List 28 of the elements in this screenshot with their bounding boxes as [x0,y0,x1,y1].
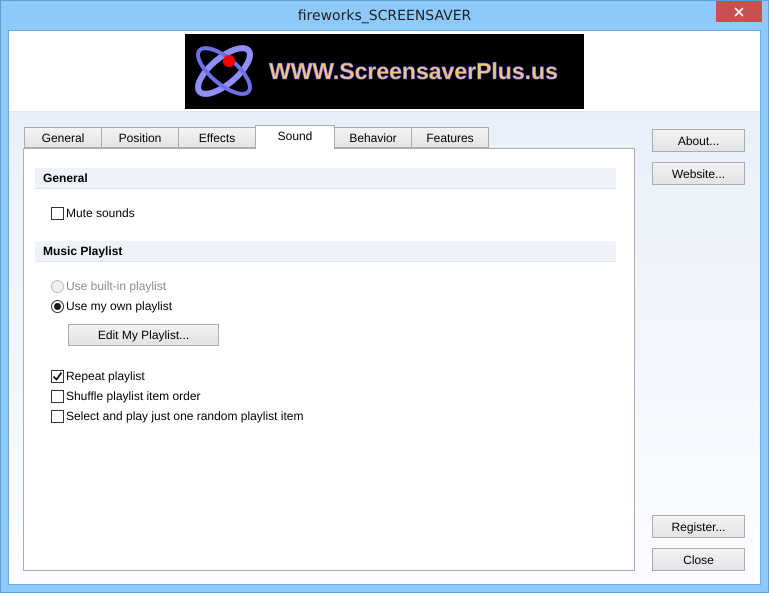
tab[interactable]: General [24,127,102,148]
tab[interactable]: Features [411,127,489,148]
radio-label: Use my own playlist [66,299,172,313]
window-title: fireworks_SCREENSAVER [298,8,472,24]
radio-label: Use built-in playlist [66,279,166,293]
checkbox-label: Mute sounds [66,206,135,220]
checkbox[interactable] [51,370,64,382]
checkbox-label: Shuffle playlist item order [66,389,201,403]
checkbox[interactable] [51,390,64,402]
side-button[interactable]: Register... [652,515,745,538]
section-header: Music Playlist [35,241,616,262]
tab[interactable]: Effects [178,127,256,148]
tab[interactable]: Position [101,127,179,148]
checkbox[interactable] [51,206,64,220]
tab[interactable]: Sound [255,125,335,149]
side-button[interactable]: Website... [652,162,745,185]
checkbox-label: Repeat playlist [66,369,145,383]
section-header: General [35,168,616,189]
close-button[interactable] [716,1,762,22]
checkbox-label: Select and play just one random playlist item [66,409,304,423]
side-button[interactable]: Close [652,548,745,571]
side-button[interactable]: About... [652,129,745,152]
checkbox[interactable] [51,410,64,422]
edit-playlist-button[interactable]: Edit My Playlist... [68,324,219,346]
banner-text: WWW.ScreensaverPlus.us [269,58,558,84]
tab[interactable]: Behavior [334,127,412,148]
radio-button[interactable] [51,300,64,312]
close-icon [734,6,744,16]
